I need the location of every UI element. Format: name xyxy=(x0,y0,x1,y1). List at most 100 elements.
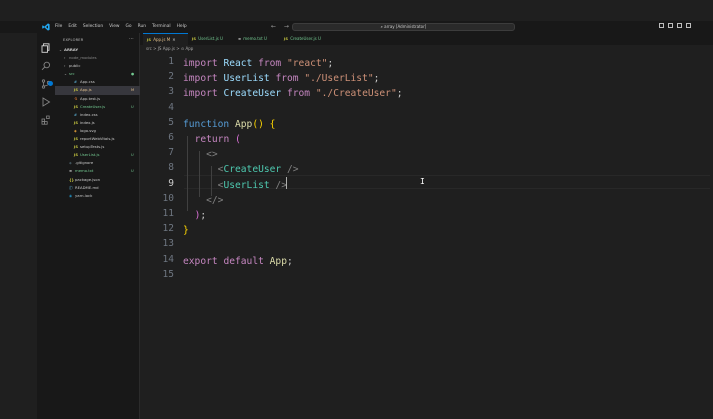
tab-label: CreateUser.js U xyxy=(288,36,321,41)
file-tree: ⌄ ARRAY › node_modules › public ⌄ src ● # App.css J… xyxy=(55,46,140,200)
tree-item-label: setupTests.js xyxy=(80,144,105,150)
file-type-icon: JS xyxy=(74,104,78,109)
layout-controls xyxy=(659,23,691,28)
code-line: import CreateUser from "./CreateUser"; xyxy=(183,88,403,100)
close-icon[interactable]: ✕ xyxy=(172,37,175,42)
tab-app-js[interactable]: JS App.js M ✕ xyxy=(143,33,188,45)
tree-item-label: ARRAY xyxy=(64,47,79,52)
git-status-badge: U xyxy=(131,153,134,158)
git-status-badge: U xyxy=(131,169,134,174)
tree-item-reportwebvitals-js[interactable]: JS reportWebVitals.js xyxy=(55,135,140,143)
menu-item-edit[interactable]: Edit xyxy=(68,23,77,31)
chevron-right-icon: › xyxy=(64,64,66,69)
line-number: 10 xyxy=(162,192,174,204)
toggle-secondary-sidebar-icon[interactable] xyxy=(677,23,682,28)
tree-item-logo-svg[interactable]: ◈ logo.svg xyxy=(55,127,140,135)
run-debug-icon[interactable] xyxy=(41,92,51,107)
text-cursor xyxy=(286,177,287,189)
tree-item-userlist-js[interactable]: JS UserList.js U xyxy=(55,151,140,159)
tree-item-label: node_modules xyxy=(69,55,97,61)
line-number: 7 xyxy=(168,147,174,159)
menu-item-go[interactable]: Go xyxy=(126,23,132,31)
menu-bar: File Edit Selection View Go Run Terminal Help xyxy=(55,23,193,31)
sidebar-title: EXPLORER xyxy=(63,38,84,42)
file-type-icon: ◉ xyxy=(69,193,73,198)
menu-item-selection[interactable]: Selection xyxy=(83,23,103,31)
explorer-icon[interactable] xyxy=(41,38,51,53)
tree-item-index-js[interactable]: JS index.js xyxy=(55,119,140,127)
toggle-sidebar-icon[interactable] xyxy=(659,23,664,28)
line-number: 15 xyxy=(162,268,174,280)
code-line: <CreateUser /> xyxy=(217,164,299,176)
line-number: 8 xyxy=(168,162,174,174)
file-type-icon: JS xyxy=(147,38,151,42)
tree-item-label: CreateUser.js xyxy=(80,103,106,109)
menu-item-terminal[interactable]: Terminal xyxy=(152,23,171,31)
tree-item-readme-md[interactable]: ⓘ README.md xyxy=(55,184,140,192)
tree-item-memo-txt[interactable]: ≡ memo.txt U xyxy=(55,167,140,175)
file-type-icon: JS xyxy=(284,37,288,41)
tree-item-label: yarn.lock xyxy=(75,192,93,198)
tree-item-createuser-js[interactable]: JS CreateUser.js U xyxy=(55,103,140,111)
command-center-search[interactable]: ⌕ array [Administrator] xyxy=(292,23,515,31)
customize-layout-icon[interactable] xyxy=(686,23,691,28)
tab-userlist-js[interactable]: JS UserList.js U xyxy=(188,33,234,45)
code-line: <UserList /> xyxy=(217,179,287,191)
chevron-down-icon: ⌄ xyxy=(64,72,68,77)
file-type-icon: ⚗ xyxy=(74,96,78,101)
navigation-arrows[interactable]: ← → xyxy=(271,22,292,32)
tree-item-label: index.js xyxy=(80,119,95,125)
tree-item-node-modules[interactable]: › node_modules xyxy=(55,54,140,62)
menu-item-help[interactable]: Help xyxy=(177,23,187,31)
code-editor[interactable]: 1 2 3 4 5 6 7 8 9 10 11 12 13 14 15 import React from … xyxy=(140,54,713,419)
file-type-icon: ◈ xyxy=(74,128,77,133)
more-actions-icon[interactable]: ··· xyxy=(129,36,134,42)
tree-item-yarn-lock[interactable]: ◉ yarn.lock xyxy=(55,192,140,200)
line-number: 11 xyxy=(162,208,174,219)
tab-label: UserList.js U xyxy=(196,36,223,41)
title-bar: File Edit Selection View Go Run Terminal Help ←… xyxy=(0,21,713,33)
file-type-icon: # xyxy=(74,80,78,85)
tree-item-gitignore[interactable]: ◆ .gitignore xyxy=(55,159,140,167)
tree-item-label: App.js xyxy=(80,87,92,93)
menu-item-run[interactable]: Run xyxy=(138,23,146,31)
menu-item-view[interactable]: View xyxy=(109,23,119,31)
file-type-icon: JS xyxy=(74,153,78,158)
menu-item-file[interactable]: File xyxy=(55,23,62,31)
tree-item-index-css[interactable]: # index.css xyxy=(55,111,140,119)
file-type-icon: {} xyxy=(69,177,75,182)
file-type-icon: ≡ xyxy=(238,37,242,41)
line-number: 2 xyxy=(168,71,174,83)
tree-item-array[interactable]: ⌄ ARRAY xyxy=(55,46,140,54)
file-type-icon: JS xyxy=(192,37,196,41)
code-line: function App() { xyxy=(183,118,276,130)
line-number: 9 xyxy=(168,177,174,189)
explorer-sidebar: EXPLORER ··· ⌄ ARRAY › node_modules › public ⌄… xyxy=(55,33,140,419)
code-line: ); xyxy=(194,210,207,221)
toggle-panel-icon[interactable] xyxy=(668,23,673,28)
line-number: 14 xyxy=(162,253,174,265)
tab-memo-txt[interactable]: ≡ memo.txt U xyxy=(234,33,280,45)
extensions-icon[interactable] xyxy=(41,110,51,125)
editor-tab-bar: JS App.js M ✕ JS UserList.js U ≡ memo.txt U… xyxy=(140,33,713,45)
file-type-icon: JS xyxy=(74,145,78,150)
tab-createuser-js[interactable]: JS CreateUser.js U xyxy=(280,33,330,45)
file-type-icon: # xyxy=(74,112,78,117)
tree-item-app-js[interactable]: JS App.js M xyxy=(55,86,140,95)
line-number: 4 xyxy=(168,101,174,113)
tree-item-label: memo.txt xyxy=(75,168,94,174)
tree-item-label: App.test.js xyxy=(80,95,101,101)
activity-bar xyxy=(37,33,55,419)
code-line: } xyxy=(183,225,189,237)
tree-item-package-json[interactable]: {} package.json xyxy=(55,176,140,184)
tree-item-setuptests-js[interactable]: JS setupTests.js xyxy=(55,143,140,151)
tree-item-app-css[interactable]: # App.css xyxy=(55,78,140,86)
breadcrumb[interactable]: src > JS App.js > ⊙ App xyxy=(146,46,193,51)
mouse-ibeam-cursor-icon: I xyxy=(420,177,425,186)
tree-item-src[interactable]: ⌄ src ● xyxy=(55,70,140,78)
tree-item-app-test-js[interactable]: ⚗ App.test.js xyxy=(55,95,140,103)
tree-item-public[interactable]: › public xyxy=(55,62,140,70)
search-icon[interactable] xyxy=(41,56,51,71)
file-type-icon: ⓘ xyxy=(69,185,73,190)
code-line: <> xyxy=(206,149,218,161)
